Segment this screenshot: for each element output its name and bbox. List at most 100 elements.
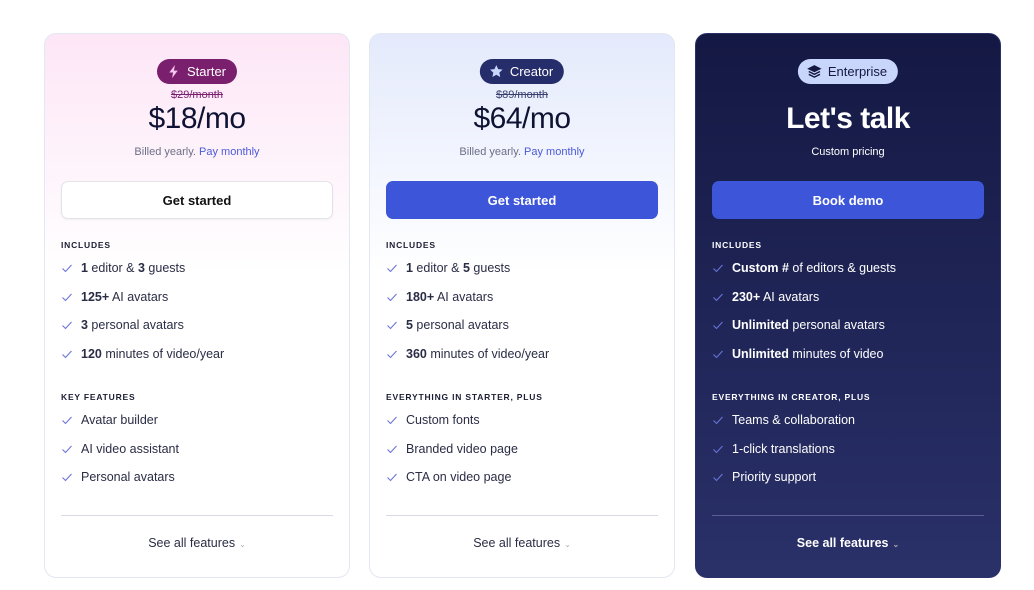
feature-text: 3 personal avatars	[81, 318, 184, 332]
check-icon	[713, 473, 723, 482]
see-all-features-button[interactable]: See all features ⌄	[696, 536, 1000, 550]
see-all-label: See all features	[148, 536, 236, 550]
chevron-down-icon: ⌄	[239, 540, 246, 549]
billing-text: Billed yearly.	[134, 146, 196, 158]
feature-text-part: Avatar builder	[81, 413, 158, 428]
section-header: KEY FEATURES	[61, 392, 136, 402]
feature-text-part: minutes of video	[788, 346, 884, 361]
feature-text: Custom # of editors & guests	[732, 261, 896, 275]
check-icon	[62, 350, 72, 359]
feature-text-part: 3	[137, 261, 145, 276]
layers-icon	[807, 64, 822, 79]
check-icon	[713, 321, 723, 330]
feature-text: 360 minutes of video/year	[406, 347, 549, 361]
billing-note: Billed yearly. Pay monthly	[370, 146, 674, 158]
feature-item: 120 minutes of video/year	[61, 340, 333, 369]
feature-item: 1 editor & 3 guests	[61, 254, 333, 283]
check-icon	[387, 293, 397, 302]
feature-text: Priority support	[732, 470, 816, 484]
check-icon	[62, 445, 72, 454]
feature-section: KEY FEATURES Avatar builder AI video assis…	[61, 392, 333, 492]
plan-name: Starter	[186, 64, 227, 79]
feature-text-part: 3	[81, 318, 88, 333]
check-icon	[713, 264, 723, 273]
book-demo-button[interactable]: Book demo	[712, 181, 984, 219]
feature-text-part: 1-click translations	[732, 441, 835, 456]
feature-text-part: guests	[144, 261, 186, 276]
divider	[712, 515, 984, 516]
see-all-label: See all features	[796, 536, 889, 550]
feature-section: INCLUDES Custom # of editors & guests 230+…	[712, 240, 984, 368]
feature-text-part: AI avatars	[760, 289, 820, 304]
feature-text-part: personal avatars	[87, 318, 184, 333]
original-price: $89/month	[496, 89, 548, 101]
see-all-features-button[interactable]: See all features ⌄	[370, 536, 674, 550]
feature-item: Priority support	[712, 463, 984, 492]
feature-item: 360 minutes of video/year	[386, 340, 658, 369]
feature-item: 180+ AI avatars	[386, 283, 658, 312]
see-all-features-button[interactable]: See all features ⌄	[45, 536, 349, 550]
feature-text-part: minutes of video/year	[426, 346, 550, 361]
section-header: INCLUDES	[386, 240, 436, 250]
plan-badge: Creator	[479, 59, 565, 84]
feature-text-part: 125+	[81, 289, 110, 304]
chevron-down-icon: ⌄	[892, 540, 900, 549]
feature-item: 3 personal avatars	[61, 311, 333, 340]
pay-monthly-link[interactable]: Pay monthly	[199, 146, 260, 158]
plan-card-starter: Starter $29/month $18/mo Billed yearly. Pa…	[44, 33, 350, 578]
feature-text: 120 minutes of video/year	[81, 347, 224, 361]
feature-text: Personal avatars	[81, 470, 175, 484]
plan-card-enterprise: Enterprise Let's talk Custom pricing Book…	[695, 33, 1001, 578]
feature-text-part: Priority support	[732, 470, 817, 485]
billing-note: Custom pricing	[696, 146, 1000, 158]
feature-text: 1-click translations	[732, 442, 835, 456]
billing-note: Billed yearly. Pay monthly	[45, 146, 349, 158]
plan-price: Let's talk	[786, 102, 910, 135]
feature-text-part: 360	[406, 346, 427, 361]
see-all-label: See all features	[473, 536, 561, 550]
feature-item: Teams & collaboration	[712, 406, 984, 435]
pay-monthly-link[interactable]: Pay monthly	[524, 146, 585, 158]
feature-text-part: minutes of video/year	[101, 346, 225, 361]
divider	[61, 515, 333, 516]
check-icon	[62, 293, 72, 302]
feature-item: Unlimited minutes of video	[712, 340, 984, 369]
feature-item: Personal avatars	[61, 463, 333, 492]
plan-badge: Enterprise	[797, 59, 899, 84]
check-icon	[387, 473, 397, 482]
lightning-icon	[166, 64, 181, 79]
check-icon	[713, 350, 723, 359]
feature-text-part: CTA on video page	[406, 470, 512, 485]
feature-text: CTA on video page	[406, 470, 511, 484]
get-started-button[interactable]: Get started	[386, 181, 658, 219]
feature-text: 5 personal avatars	[406, 318, 509, 332]
feature-text: Custom fonts	[406, 413, 480, 427]
plan-badge: Starter	[156, 59, 238, 84]
feature-item: 1-click translations	[712, 435, 984, 464]
feature-text: 180+ AI avatars	[406, 290, 493, 304]
get-started-button[interactable]: Get started	[61, 181, 333, 219]
feature-text-part: Personal avatars	[81, 470, 175, 485]
check-icon	[62, 473, 72, 482]
feature-text-part: of editors & guests	[788, 261, 896, 276]
plan-price: $64/mo	[473, 102, 571, 135]
feature-text-part: editor &	[87, 261, 138, 276]
feature-item: Avatar builder	[61, 406, 333, 435]
feature-section: INCLUDES 1 editor & 5 guests 180+ AI avata…	[386, 240, 658, 368]
feature-item: Unlimited personal avatars	[712, 311, 984, 340]
check-icon	[62, 321, 72, 330]
feature-text-part: AI avatars	[434, 289, 494, 304]
feature-text-part: editor &	[412, 261, 463, 276]
feature-text: Unlimited minutes of video	[732, 347, 883, 361]
feature-text-part: Custom fonts	[406, 413, 480, 428]
check-icon	[387, 416, 397, 425]
check-icon	[387, 264, 397, 273]
check-icon	[713, 445, 723, 454]
plan-price: $18/mo	[148, 102, 246, 135]
plan-name: Enterprise	[827, 64, 888, 79]
star-icon	[489, 64, 504, 79]
section-header: INCLUDES	[712, 240, 762, 250]
feature-item: 1 editor & 5 guests	[386, 254, 658, 283]
original-price: $29/month	[171, 89, 223, 101]
plan-card-creator: Creator $89/month $64/mo Billed yearly. Pa…	[369, 33, 675, 578]
